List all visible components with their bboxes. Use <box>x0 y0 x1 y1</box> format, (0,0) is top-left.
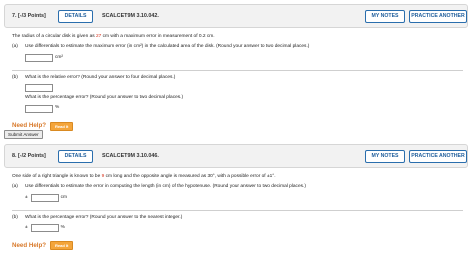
part-a: (a) Use differentials to estimate the ma… <box>12 44 463 64</box>
plus-minus-prefix: ± <box>25 225 28 231</box>
question-header: 8. [-/2 Points] DETAILS SCALCET9M 3.10.0… <box>4 144 468 168</box>
question-7: 7. [-/3 Points] DETAILS SCALCET9M 3.10.0… <box>4 4 468 131</box>
part-text: What is the percentage error? (Round you… <box>25 214 183 220</box>
need-help: Need Help? Read It <box>12 241 463 251</box>
answer-input-a[interactable] <box>25 53 53 62</box>
question-statement: One side of a right triangle is known to… <box>12 174 276 179</box>
question-8: 8. [-/2 Points] DETAILS SCALCET9M 3.10.0… <box>4 144 468 251</box>
answer-input-b2[interactable] <box>25 104 53 113</box>
part-text: Use differentials to estimate the maximu… <box>25 44 310 50</box>
unit-label: cm <box>60 194 68 200</box>
part-label: (a) <box>12 184 18 190</box>
question-number-points: 7. [-/3 Points] <box>12 13 46 19</box>
question-body: The radius of a circular disk is given a… <box>4 28 468 131</box>
unit-label: % <box>55 105 60 111</box>
answer-input-b[interactable] <box>30 224 59 233</box>
part-text: What is the relative error? (Round your … <box>25 74 176 80</box>
read-it-button[interactable]: Read It <box>50 241 74 251</box>
part-b: (b) What is the relative error? (Round y… <box>12 75 463 116</box>
need-help-label: Need Help? <box>12 121 47 129</box>
question-statement: The radius of a circular disk is given a… <box>12 34 215 39</box>
part-text: Use differentials to estimate the error … <box>25 184 306 190</box>
question-body: One side of a right triangle is known to… <box>4 168 468 251</box>
plus-minus-prefix: ± <box>25 194 28 200</box>
question-id: SCALCET9M 3.10.046. <box>102 153 159 159</box>
question-number-points: 8. [-/2 Points] <box>12 153 46 159</box>
question-id: SCALCET9M 3.10.042. <box>102 13 159 19</box>
practice-another-button[interactable]: PRACTICE ANOTHER <box>409 150 467 163</box>
unit-label: % <box>60 225 65 231</box>
read-it-button[interactable]: Read It <box>50 121 74 131</box>
part-a: (a) Use differentials to estimate the er… <box>12 184 463 204</box>
need-help: Need Help? Read It <box>12 121 463 131</box>
part-label: (b) <box>12 214 18 220</box>
divider <box>12 209 463 211</box>
part-text: What is the percentage error? (Round you… <box>25 95 184 101</box>
part-label: (b) <box>12 74 18 80</box>
answer-input-a[interactable] <box>30 193 59 202</box>
submit-answer-button[interactable]: Submit Answer <box>4 130 43 139</box>
my-notes-button[interactable]: MY NOTES <box>365 150 405 163</box>
part-b: (b) What is the percentage error? (Round… <box>12 215 463 235</box>
part-label: (a) <box>12 44 18 50</box>
need-help-label: Need Help? <box>12 241 47 249</box>
unit-label: cm² <box>55 54 63 60</box>
divider <box>12 69 463 71</box>
details-button[interactable]: DETAILS <box>58 10 93 23</box>
answer-input-b1[interactable] <box>25 84 53 93</box>
practice-another-button[interactable]: PRACTICE ANOTHER <box>409 10 467 23</box>
my-notes-button[interactable]: MY NOTES <box>365 10 405 23</box>
details-button[interactable]: DETAILS <box>58 150 93 163</box>
question-header: 7. [-/3 Points] DETAILS SCALCET9M 3.10.0… <box>4 4 468 28</box>
